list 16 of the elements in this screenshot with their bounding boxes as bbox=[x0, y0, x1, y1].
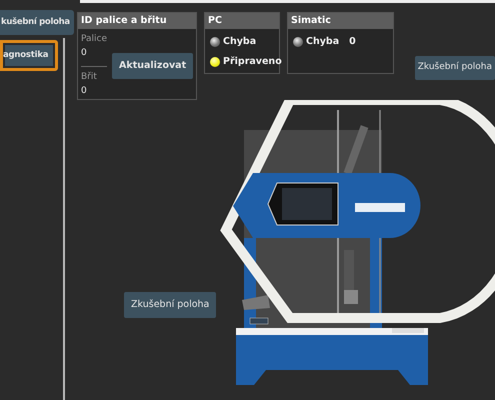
panel-title: PC bbox=[205, 13, 279, 30]
field-value: 0 bbox=[81, 46, 88, 60]
test-position-button[interactable]: Zkušební poloha bbox=[124, 292, 216, 318]
update-button[interactable]: Aktualizovat bbox=[112, 52, 194, 79]
sidebar-button[interactable]: agnostika bbox=[0, 40, 58, 70]
panel-title: ID palice a břitu bbox=[78, 13, 196, 30]
field-label: Palice bbox=[81, 33, 108, 46]
status-value: 0 bbox=[349, 35, 356, 50]
test-position-button[interactable]: Zkušební poloha bbox=[414, 56, 495, 80]
status-label: Připraveno bbox=[223, 54, 282, 68]
sidebar-button[interactable]: kušební poloha bbox=[0, 10, 74, 35]
panel-title: Simatic bbox=[288, 13, 393, 30]
field-value: 0 bbox=[81, 84, 88, 98]
status-label: Chyba bbox=[306, 35, 340, 50]
field-label: Břit bbox=[81, 71, 98, 84]
status-label: Chyba bbox=[223, 35, 256, 50]
